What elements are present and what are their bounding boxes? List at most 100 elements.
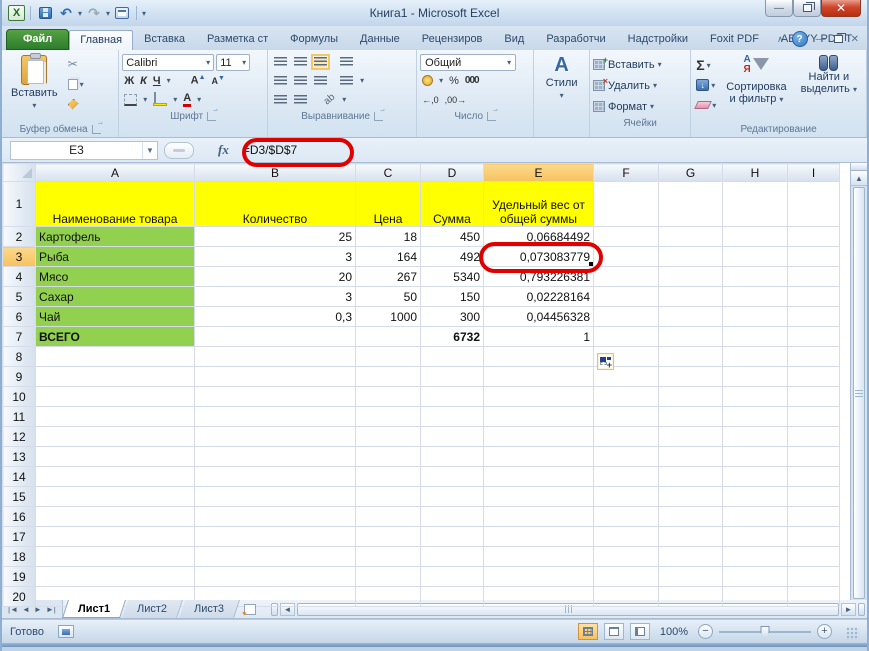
cell-G9[interactable] (659, 367, 723, 387)
tab-insert[interactable]: Вставка (133, 29, 196, 50)
cell-G5[interactable] (659, 287, 723, 307)
row-header-11[interactable]: 11 (3, 407, 36, 427)
cell-C2[interactable]: 18 (356, 227, 421, 247)
cell-E9[interactable] (484, 367, 594, 387)
cell-D5[interactable]: 150 (421, 287, 484, 307)
align-center-button[interactable] (294, 76, 307, 86)
cell-G13[interactable] (659, 447, 723, 467)
cell-C15[interactable] (356, 487, 421, 507)
cell-E4[interactable]: 0,793226381 (484, 267, 594, 287)
cell-I2[interactable] (788, 227, 840, 247)
row-header-16[interactable]: 16 (3, 507, 36, 527)
cell-I14[interactable] (788, 467, 840, 487)
sheet-tab-2[interactable]: Лист2 (122, 600, 183, 618)
cell-C7[interactable] (356, 327, 421, 347)
cell-B13[interactable] (195, 447, 356, 467)
cell-B2[interactable]: 25 (195, 227, 356, 247)
cell-C11[interactable] (356, 407, 421, 427)
underline-button[interactable]: Ч (153, 75, 161, 87)
align-top-button[interactable] (274, 57, 287, 67)
borders-button[interactable] (124, 94, 137, 106)
cell-B8[interactable] (195, 347, 356, 367)
percent-button[interactable]: % (449, 75, 459, 87)
cell-D7[interactable]: 6732 (421, 327, 484, 347)
zoom-level[interactable]: 100% (660, 626, 688, 638)
vertical-scrollbar[interactable]: ▲ (850, 163, 867, 600)
cell-A17[interactable] (36, 527, 195, 547)
cell-C3[interactable]: 164 (356, 247, 421, 267)
wrap-text-button[interactable] (340, 57, 353, 67)
autosum-button[interactable]: Σ▾ (694, 56, 718, 74)
cell-E20[interactable] (484, 587, 594, 607)
thousands-button[interactable]: 000 (465, 75, 479, 86)
cell-B1[interactable]: Количество (195, 182, 356, 227)
row-header-3[interactable]: 3 (3, 247, 36, 267)
cell-G11[interactable] (659, 407, 723, 427)
name-box[interactable]: E3 ▼ (10, 141, 158, 160)
shrink-font-button[interactable]: А▼ (212, 75, 225, 86)
cell-F13[interactable] (594, 447, 659, 467)
cell-H5[interactable] (723, 287, 788, 307)
number-dialog-launcher[interactable] (487, 112, 496, 121)
cell-G18[interactable] (659, 547, 723, 567)
cell-C13[interactable] (356, 447, 421, 467)
orientation-button[interactable]: ab (322, 92, 338, 108)
cell-I10[interactable] (788, 387, 840, 407)
vscroll-thumb[interactable] (853, 187, 865, 599)
cell-H20[interactable] (723, 587, 788, 607)
font-dialog-launcher[interactable] (207, 112, 216, 121)
clipboard-dialog-launcher[interactable] (92, 125, 101, 134)
zoom-in-button[interactable]: + (817, 624, 832, 639)
scroll-right-icon[interactable]: ► (841, 603, 856, 616)
cell-F6[interactable] (594, 307, 659, 327)
cell-H17[interactable] (723, 527, 788, 547)
cell-A2[interactable]: Картофель (36, 227, 195, 247)
cell-E12[interactable] (484, 427, 594, 447)
cell-E3[interactable]: 0,073083779 (484, 247, 594, 267)
cell-A5[interactable]: Сахар (36, 287, 195, 307)
cell-F10[interactable] (594, 387, 659, 407)
cut-button[interactable]: ✂ (66, 55, 86, 73)
cell-A19[interactable] (36, 567, 195, 587)
cell-G7[interactable] (659, 327, 723, 347)
sort-filter-button[interactable]: АЯ Сортировкаи фильтр ▾ (720, 53, 792, 108)
column-header-E[interactable]: E (484, 164, 594, 182)
tab-page-layout[interactable]: Разметка ст (196, 29, 279, 50)
cell-F5[interactable] (594, 287, 659, 307)
delete-cells-button[interactable]: × Удалить▾ (593, 76, 687, 95)
cell-E18[interactable] (484, 547, 594, 567)
tab-addins[interactable]: Надстройки (617, 29, 699, 50)
cell-I15[interactable] (788, 487, 840, 507)
tab-file[interactable]: Файл (6, 29, 69, 50)
minimize-button[interactable]: — (765, 0, 793, 17)
find-select-button[interactable]: Найти ивыделить ▾ (795, 53, 863, 98)
cell-A7[interactable]: ВСЕГО (36, 327, 195, 347)
increase-indent-button[interactable] (294, 95, 307, 105)
italic-button[interactable]: К (140, 75, 147, 87)
column-header-A[interactable]: A (36, 164, 195, 182)
tab-view[interactable]: Вид (493, 29, 535, 50)
cell-I9[interactable] (788, 367, 840, 387)
row-header-7[interactable]: 7 (3, 327, 36, 347)
cell-B16[interactable] (195, 507, 356, 527)
cell-F19[interactable] (594, 567, 659, 587)
cell-D4[interactable]: 5340 (421, 267, 484, 287)
cell-F3[interactable] (594, 247, 659, 267)
cell-G16[interactable] (659, 507, 723, 527)
format-cells-button[interactable]: Формат▾ (593, 97, 687, 116)
cell-G2[interactable] (659, 227, 723, 247)
cell-E13[interactable] (484, 447, 594, 467)
cell-E7[interactable]: 1 (484, 327, 594, 347)
cell-I12[interactable] (788, 427, 840, 447)
cell-H6[interactable] (723, 307, 788, 327)
cell-H13[interactable] (723, 447, 788, 467)
tab-data[interactable]: Данные (349, 29, 411, 50)
cell-F2[interactable] (594, 227, 659, 247)
row-header-5[interactable]: 5 (3, 287, 36, 307)
cell-I17[interactable] (788, 527, 840, 547)
cell-A8[interactable] (36, 347, 195, 367)
vscroll-split-handle[interactable] (851, 163, 867, 171)
cell-I19[interactable] (788, 567, 840, 587)
column-header-D[interactable]: D (421, 164, 484, 182)
copy-button[interactable]: ▾ (66, 75, 86, 93)
